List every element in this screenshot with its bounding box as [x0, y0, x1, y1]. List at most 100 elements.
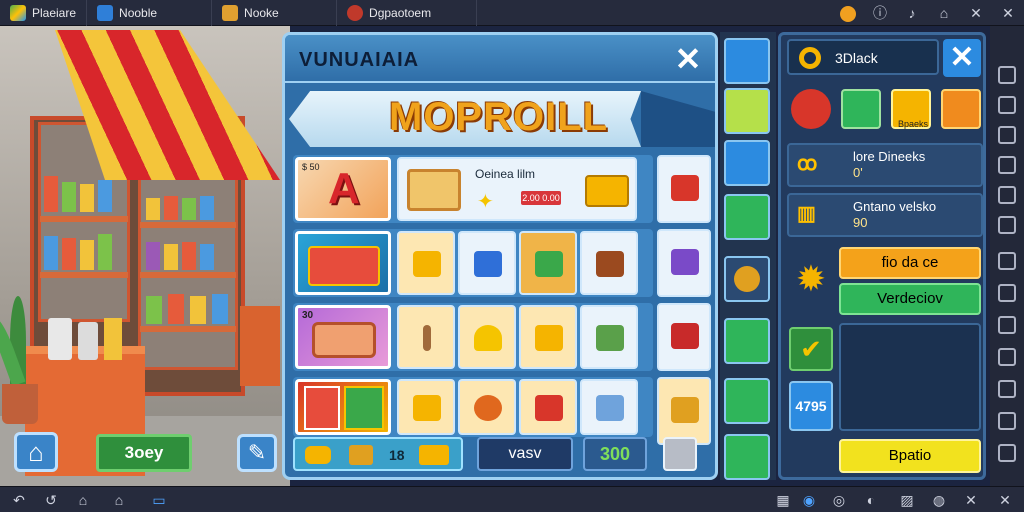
bookmark-icon[interactable]: ⌂ [928, 0, 960, 26]
shop-close-button[interactable]: ✕ [670, 41, 706, 77]
bell-icon [474, 325, 502, 351]
purple-box-icon [671, 249, 699, 275]
fullscreen-icon[interactable]: ✕ [962, 492, 980, 508]
basket-icon [312, 322, 376, 358]
tab-plaeiare[interactable]: Plaeiare [0, 0, 88, 26]
featured-price: 2.00 0.00 [521, 191, 561, 205]
sidebar-tool-icon[interactable] [998, 316, 1016, 334]
product-box [98, 180, 112, 212]
phone-icon[interactable] [941, 89, 981, 129]
product-box [182, 242, 196, 270]
sidebar-tool-icon[interactable] [998, 156, 1016, 174]
sidebar-tool-icon[interactable] [998, 380, 1016, 398]
side-tab-4[interactable] [724, 194, 770, 240]
product-box [182, 198, 196, 220]
meat-icon[interactable] [841, 89, 881, 129]
side-tab-1[interactable] [724, 38, 770, 84]
side-tab-2[interactable] [724, 88, 770, 134]
recents-icon[interactable]: ⌂ [110, 492, 128, 508]
featured-item[interactable]: Oeinea lilm ✦ 2.00 0.00 [397, 157, 637, 221]
shop-cell[interactable] [458, 305, 516, 369]
side-tab-8[interactable] [724, 434, 770, 480]
help-icon[interactable]: ⓘ [864, 0, 896, 26]
sidebar-tool-icon[interactable] [998, 444, 1016, 462]
category-tile[interactable]: $ 50 A [295, 157, 391, 221]
panel-close-button[interactable]: ✕ [943, 39, 981, 77]
shop-cell[interactable] [519, 231, 577, 295]
gold-bars-icon [585, 175, 629, 207]
minimize-icon[interactable]: ✕ [960, 0, 992, 26]
shake-icon[interactable]: ◐ [862, 492, 880, 508]
category-tile[interactable] [295, 231, 391, 295]
panel-content-area [839, 323, 981, 431]
sidebar-tool-icon[interactable] [998, 186, 1016, 204]
sidebar-tool-icon[interactable] [998, 96, 1016, 114]
shop-footer: 18 vasv 300 [293, 435, 711, 475]
shop-cell[interactable] [657, 303, 711, 371]
shop-cell[interactable] [397, 305, 455, 369]
undo-icon[interactable]: ↺ [42, 492, 60, 508]
home-icon[interactable]: ⌂ [74, 492, 92, 508]
panel-header: 3Dlack [787, 39, 939, 75]
sidebar-tool-icon[interactable] [998, 126, 1016, 144]
side-tab-7[interactable] [724, 378, 770, 424]
exit-icon[interactable]: ✕ [996, 492, 1014, 508]
product-box [62, 238, 76, 270]
tab-nooke[interactable]: Nooke [212, 0, 338, 26]
sidebar-tool-icon[interactable] [998, 284, 1016, 302]
hammer-icon [423, 325, 431, 351]
gear-icon[interactable]: ✹ [791, 259, 831, 299]
shop-cell[interactable] [580, 379, 638, 435]
location-icon[interactable]: ◎ [830, 492, 848, 508]
screen-icon[interactable]: ▭ [150, 492, 168, 508]
side-tab-6[interactable] [724, 318, 770, 364]
camera-icon[interactable]: ▦ [774, 492, 792, 508]
crate-icon[interactable]: Bpaeks [891, 89, 931, 129]
apk-icon[interactable]: ▨ [898, 492, 916, 508]
shop-cell[interactable] [519, 379, 577, 435]
tab-dgpaotoem[interactable]: Dgpaotoem [337, 0, 478, 26]
shop-cell[interactable] [397, 379, 455, 435]
store-scene: ⌂ 3oey ✎ [0, 26, 290, 486]
shop-cell[interactable] [519, 305, 577, 369]
category-tile[interactable] [295, 379, 391, 435]
red-chest-icon [671, 323, 699, 349]
scissors-icon [474, 395, 502, 421]
product-box [80, 184, 94, 212]
tab-nooble[interactable]: Nooble [87, 0, 213, 26]
green-button[interactable]: Verdeciov [839, 283, 981, 315]
coin-icon[interactable] [832, 0, 864, 26]
bell-icon[interactable]: ♪ [896, 0, 928, 26]
scene-action-button[interactable]: 3oey [96, 434, 192, 472]
home-button[interactable]: ⌂ [14, 432, 58, 472]
sidebar-tool-icon[interactable] [998, 252, 1016, 270]
sidebar-tool-icon[interactable] [998, 348, 1016, 366]
shop-value-button[interactable]: 300 [583, 437, 647, 471]
shop-cell[interactable] [458, 231, 516, 295]
back-icon[interactable]: ↶ [10, 492, 28, 508]
shop-cell[interactable] [458, 379, 516, 435]
orange-button[interactable]: fio da ce [839, 247, 981, 279]
close-icon[interactable]: ✕ [992, 0, 1024, 26]
sidebar-tool-icon[interactable] [998, 66, 1016, 84]
shop-cell[interactable] [580, 305, 638, 369]
shop-cell[interactable] [580, 231, 638, 295]
category-tile[interactable]: 30 [295, 305, 391, 369]
sidebar-tool-icon[interactable] [998, 412, 1016, 430]
stat-row: ▥ Gntano velsko 90 [787, 193, 983, 237]
settings-icon[interactable]: ◍ [930, 492, 948, 508]
shop-cell[interactable] [657, 155, 711, 223]
sidebar-tool-icon[interactable] [998, 216, 1016, 234]
side-tab-5[interactable] [724, 256, 770, 302]
shop-action-button[interactable]: vasv [477, 437, 573, 471]
ring-icon [799, 47, 821, 69]
yellow-button[interactable]: Bpatio [839, 439, 981, 473]
check-button[interactable]: ✔ [789, 327, 833, 371]
side-tab-3[interactable] [724, 140, 770, 186]
shop-cell[interactable] [397, 231, 455, 295]
tool-button[interactable]: ✎ [237, 434, 277, 472]
shop-cell[interactable] [657, 229, 711, 297]
emulator-sidebar [990, 26, 1024, 486]
red-ball-icon[interactable] [791, 89, 831, 129]
record-icon[interactable]: ◉ [800, 492, 818, 508]
